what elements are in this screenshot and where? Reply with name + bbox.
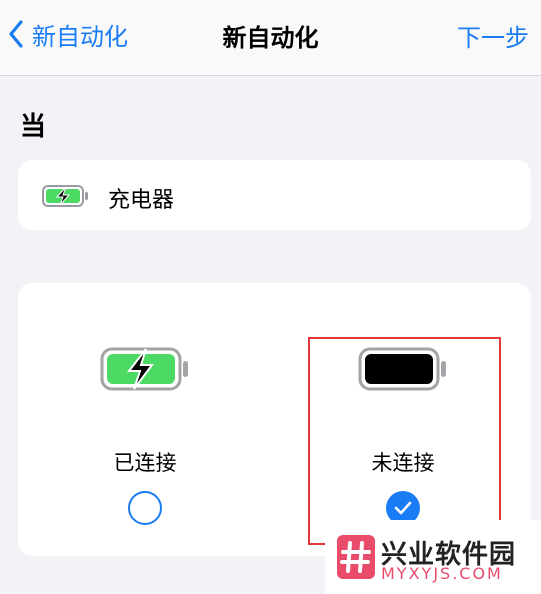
watermark-url: MYXYJS.COM <box>381 564 503 583</box>
option-label: 已连接 <box>113 451 177 475</box>
option-disconnected[interactable]: 未连接 <box>303 283 503 556</box>
options-card: 已连接 未连接 <box>18 283 531 556</box>
navigation-bar: 新自动化 新自动化 下一步 <box>0 0 541 76</box>
option-label: 未连接 <box>371 451 435 475</box>
trigger-label: 充电器 <box>108 188 175 213</box>
next-button[interactable]: 下一步 <box>457 18 529 53</box>
battery-charging-icon <box>100 347 188 391</box>
watermark: 兴业软件园 MYXYJS.COM <box>325 520 541 594</box>
radio-button-unchecked[interactable] <box>128 491 162 525</box>
back-button-label: 新自动化 <box>32 22 128 51</box>
battery-charging-icon <box>42 185 88 207</box>
chevron-left-icon <box>9 20 23 48</box>
section-title: 当 <box>20 112 47 142</box>
back-button[interactable]: 新自动化 <box>8 16 128 52</box>
battery-full-black-icon <box>358 347 446 391</box>
checkmark-icon <box>394 501 412 515</box>
option-connected[interactable]: 已连接 <box>45 283 245 556</box>
trigger-card[interactable]: 充电器 <box>18 160 531 230</box>
hash-logo-icon <box>337 535 375 579</box>
